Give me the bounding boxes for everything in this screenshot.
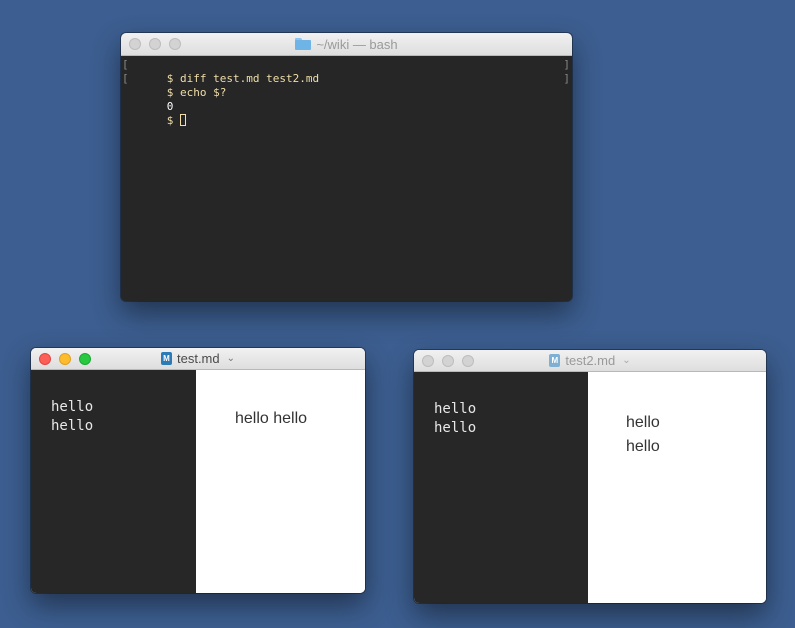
chevron-down-icon[interactable]: ⌄: [622, 355, 630, 366]
folder-icon: [295, 38, 312, 50]
terminal-title: ~/wiki — bash: [121, 33, 572, 55]
editor-title-text: test.md: [176, 351, 220, 366]
editor-title[interactable]: M test2.md ⌄: [414, 350, 766, 371]
source-line: hello: [51, 418, 94, 434]
markdown-file-icon: M: [549, 354, 561, 367]
line-bracket-left: [: [122, 72, 129, 85]
terminal-prompt-line[interactable]: $: [121, 100, 572, 127]
preview-line: hello: [626, 438, 660, 455]
editor-title[interactable]: M test.md ⌄: [31, 348, 365, 369]
terminal-content[interactable]: [$ diff test.md test2.md] [$ echo $?] 0 …: [121, 56, 572, 301]
preview-pane: hello hello: [196, 370, 365, 593]
terminal-title-text: ~/wiki — bash: [316, 36, 398, 52]
editor-titlebar[interactable]: M test.md ⌄: [31, 348, 365, 370]
source-text[interactable]: hello hello: [51, 398, 93, 436]
preview-text: hello hello: [626, 411, 660, 459]
terminal-cursor: [180, 114, 186, 126]
terminal-line: [$ echo $?]: [121, 72, 572, 99]
source-line: hello: [51, 399, 94, 415]
terminal-line: 0: [121, 86, 572, 113]
source-line: hello: [434, 401, 477, 417]
markdown-file-icon: M: [160, 352, 172, 365]
source-line: hello: [434, 420, 477, 436]
editor-window-test2-md[interactable]: M test2.md ⌄ hello hello hello hello: [414, 350, 766, 603]
preview-pane: hello hello: [588, 372, 766, 603]
editor-window-test-md[interactable]: M test.md ⌄ hello hello hello hello: [31, 348, 365, 593]
preview-paragraph: hello hello: [235, 410, 308, 427]
terminal-window[interactable]: ~/wiki — bash [$ diff test.md test2.md] …: [121, 33, 572, 301]
line-bracket-right: ]: [563, 58, 570, 71]
terminal-prompt: $: [166, 114, 180, 127]
editor-title-text: test2.md: [565, 353, 616, 368]
editor-titlebar[interactable]: M test2.md ⌄: [414, 350, 766, 372]
chevron-down-icon[interactable]: ⌄: [227, 353, 235, 364]
source-text[interactable]: hello hello: [434, 400, 476, 438]
terminal-titlebar[interactable]: ~/wiki — bash: [121, 33, 572, 56]
source-pane[interactable]: hello hello: [414, 372, 588, 603]
terminal-line: [$ diff test.md test2.md]: [121, 58, 572, 85]
preview-text: hello hello: [235, 410, 307, 428]
line-bracket-right: ]: [563, 72, 570, 85]
preview-line: hello: [626, 414, 660, 431]
line-bracket-left: [: [122, 58, 129, 71]
source-pane[interactable]: hello hello: [31, 370, 196, 593]
